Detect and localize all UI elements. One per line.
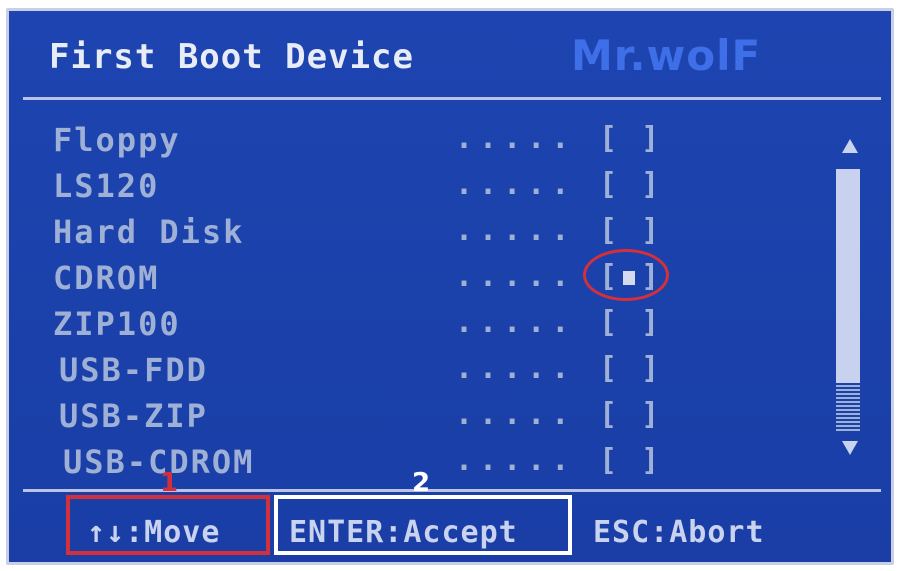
scrollbar-remainder	[836, 383, 860, 431]
leader-dots: .....	[455, 259, 576, 294]
leader-dots: .....	[455, 121, 576, 156]
checkbox[interactable]: []	[599, 213, 659, 248]
device-label: ZIP100	[53, 305, 181, 343]
highlight-circle-annotation	[583, 249, 669, 301]
list-item-usb-fdd[interactable]: USB-FDD ..... []	[9, 351, 891, 391]
scroll-down-arrow-icon[interactable]	[842, 441, 858, 455]
leader-dots: .....	[455, 397, 576, 432]
checkbox[interactable]: []	[599, 167, 659, 202]
leader-dots: .....	[455, 305, 576, 340]
page-title: First Boot Device	[49, 37, 414, 77]
list-item-zip100[interactable]: ZIP100 ..... []	[9, 305, 891, 345]
device-label: Floppy	[53, 121, 181, 159]
title-bar: First Boot Device Mr.wolF	[9, 11, 891, 99]
device-label: USB-ZIP	[59, 397, 208, 435]
annotation-box-2	[274, 495, 572, 555]
annotation-number-2: 2	[412, 468, 431, 498]
abort-hint: ESC:Abort	[593, 515, 765, 550]
list-item-hard-disk[interactable]: Hard Disk ..... []	[9, 213, 891, 253]
watermark-text: Mr.wolF	[571, 31, 762, 80]
leader-dots: .....	[455, 443, 576, 478]
annotation-number-1: 1	[160, 468, 179, 498]
checkbox[interactable]: []	[599, 305, 659, 340]
checkbox[interactable]: []	[599, 443, 659, 478]
checkbox[interactable]: []	[599, 397, 659, 432]
device-label: Hard Disk	[53, 213, 245, 251]
annotation-box-1	[66, 495, 270, 555]
device-label: LS120	[53, 167, 160, 205]
list-item-ls120[interactable]: LS120 ..... []	[9, 167, 891, 207]
list-item-cdrom[interactable]: CDROM ..... []	[9, 259, 891, 299]
device-label: CDROM	[53, 259, 160, 297]
scrollbar-thumb[interactable]	[836, 169, 860, 383]
top-divider	[23, 97, 881, 100]
device-label: USB-FDD	[59, 351, 208, 389]
bottom-divider	[23, 489, 881, 492]
list-item-usb-zip[interactable]: USB-ZIP ..... []	[9, 397, 891, 437]
scroll-up-arrow-icon[interactable]	[842, 139, 858, 153]
checkbox[interactable]: []	[599, 121, 659, 156]
list-item-floppy[interactable]: Floppy ..... []	[9, 121, 891, 161]
leader-dots: .....	[455, 213, 576, 248]
leader-dots: .....	[455, 167, 576, 202]
leader-dots: .....	[455, 351, 576, 386]
list-item-usb-cdrom[interactable]: USB-CDROM ..... []	[9, 443, 891, 483]
bios-boot-menu-window: First Boot Device Mr.wolF Floppy ..... […	[6, 8, 894, 565]
checkbox[interactable]: []	[599, 351, 659, 386]
device-label: USB-CDROM	[63, 443, 255, 481]
